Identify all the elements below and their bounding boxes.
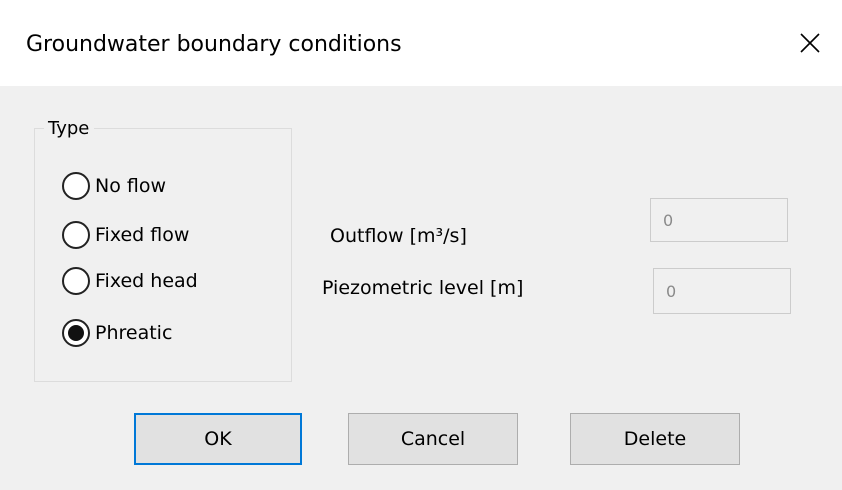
- radio-label: No flow: [95, 175, 167, 197]
- radio-selected-dot: [68, 325, 84, 341]
- piezometric-level-label: Piezometric level [m]: [322, 277, 524, 299]
- radio-label: Fixed flow: [95, 224, 190, 246]
- groundwater-dialog: Groundwater boundary conditions Type No …: [0, 0, 842, 490]
- radio-button[interactable]: [62, 221, 90, 249]
- radio-label: Fixed head: [95, 270, 198, 292]
- cancel-button[interactable]: Cancel: [348, 413, 518, 465]
- outflow-label: Outflow [m³/s]: [330, 225, 467, 247]
- radio-fixed-flow[interactable]: Fixed flow: [62, 221, 189, 249]
- dialog-title: Groundwater boundary conditions: [26, 32, 402, 57]
- piezometric-level-field[interactable]: [653, 268, 791, 314]
- radio-no-flow[interactable]: No flow: [62, 172, 166, 200]
- radio-button[interactable]: [62, 172, 90, 200]
- close-icon: [800, 33, 820, 53]
- delete-button[interactable]: Delete: [570, 413, 740, 465]
- radio-fixed-head[interactable]: Fixed head: [62, 267, 198, 295]
- outflow-field[interactable]: [650, 198, 788, 242]
- radio-label: Phreatic: [95, 322, 173, 344]
- radio-phreatic[interactable]: Phreatic: [62, 319, 172, 347]
- ok-button[interactable]: OK: [134, 413, 302, 465]
- type-group-label: Type: [44, 118, 95, 140]
- close-button[interactable]: [778, 0, 842, 86]
- title-bar: Groundwater boundary conditions: [0, 0, 842, 86]
- radio-button[interactable]: [62, 267, 90, 295]
- radio-button-selected[interactable]: [62, 319, 90, 347]
